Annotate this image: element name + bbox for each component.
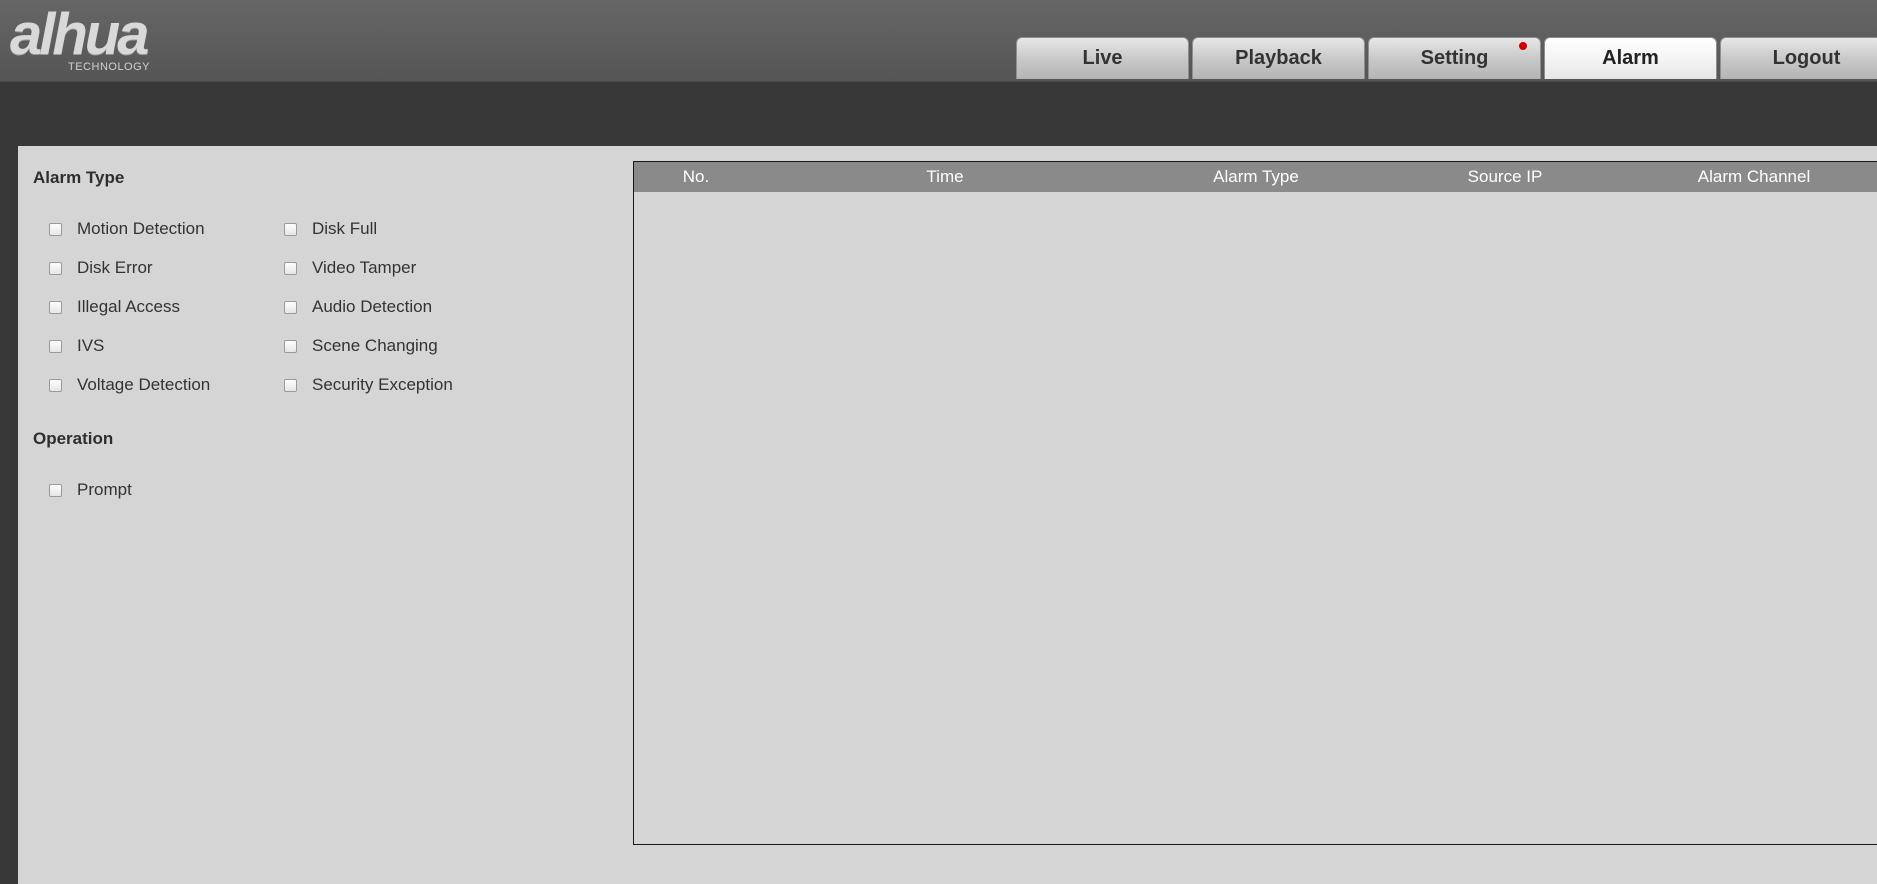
table-header: No. Time Alarm Type Source IP Alarm Chan… xyxy=(634,162,1877,192)
alarm-type-disk-error[interactable]: Disk Error xyxy=(49,258,153,278)
checkbox-label: Disk Error xyxy=(77,258,153,277)
alarm-type-motion-detection[interactable]: Motion Detection xyxy=(49,219,205,239)
alarm-type-disk-full[interactable]: Disk Full xyxy=(284,219,377,239)
tab-setting-label: Setting xyxy=(1420,47,1489,69)
alarm-table: No. Time Alarm Type Source IP Alarm Chan… xyxy=(633,161,1877,845)
alarm-type-audio-detection[interactable]: Audio Detection xyxy=(284,297,432,317)
alarm-type-title: Alarm Type xyxy=(33,168,125,187)
checkbox-icon[interactable] xyxy=(49,222,62,236)
tab-playback[interactable]: Playback xyxy=(1192,37,1365,79)
checkbox-label: Audio Detection xyxy=(312,297,433,316)
tab-logout-label: Logout xyxy=(1772,47,1841,69)
checkbox-label: Illegal Access xyxy=(77,297,180,316)
tab-playback-label: Playback xyxy=(1235,47,1322,69)
tab-setting[interactable]: Setting xyxy=(1368,37,1541,79)
alarm-type-video-tamper[interactable]: Video Tamper xyxy=(284,258,416,278)
tab-live[interactable]: Live xyxy=(1016,37,1189,79)
notification-dot-icon xyxy=(1519,42,1527,50)
checkbox-label: Scene Changing xyxy=(312,336,438,355)
alarm-type-security-exception[interactable]: Security Exception xyxy=(284,375,453,395)
alarm-type-scene-changing[interactable]: Scene Changing xyxy=(284,336,438,356)
checkbox-icon[interactable] xyxy=(49,300,62,314)
checkbox-label: Prompt xyxy=(77,480,132,499)
tab-alarm-label: Alarm xyxy=(1602,47,1659,69)
dahua-logo: alhua TECHNOLOGY xyxy=(10,6,230,76)
checkbox-label: Video Tamper xyxy=(312,258,417,277)
checkbox-icon[interactable] xyxy=(49,261,62,275)
checkbox-icon[interactable] xyxy=(49,378,62,392)
column-header-source-ip: Source IP xyxy=(1467,167,1543,186)
checkbox-icon[interactable] xyxy=(49,483,62,497)
alarm-panel: Alarm Type Motion Detection Disk Full Di… xyxy=(18,146,1877,884)
alarm-type-ivs[interactable]: IVS xyxy=(49,336,104,356)
alarm-type-illegal-access[interactable]: Illegal Access xyxy=(49,297,180,317)
tab-live-label: Live xyxy=(1082,47,1123,69)
checkbox-label: Disk Full xyxy=(312,219,378,238)
checkbox-icon[interactable] xyxy=(284,378,297,392)
checkbox-label: Voltage Detection xyxy=(77,375,211,394)
checkbox-label: Motion Detection xyxy=(77,219,205,238)
tab-logout[interactable]: Logout xyxy=(1720,37,1877,79)
checkbox-icon[interactable] xyxy=(284,339,297,353)
column-header-time: Time xyxy=(926,167,964,186)
logo-subtext: TECHNOLOGY xyxy=(68,61,151,73)
alarm-type-voltage-detection[interactable]: Voltage Detection xyxy=(49,375,210,395)
checkbox-label: IVS xyxy=(77,336,105,355)
tab-alarm[interactable]: Alarm xyxy=(1544,37,1717,79)
top-bar: alhua TECHNOLOGY Live Playback Setting A… xyxy=(0,0,1877,82)
checkbox-icon[interactable] xyxy=(49,339,62,353)
column-header-alarm-type: Alarm Type xyxy=(1213,167,1299,186)
checkbox-label: Security Exception xyxy=(312,375,453,394)
column-header-no: No. xyxy=(682,167,710,186)
logo-wordmark: alhua xyxy=(10,2,149,67)
operation-title: Operation xyxy=(33,429,114,448)
operation-prompt[interactable]: Prompt xyxy=(49,480,132,500)
checkbox-icon[interactable] xyxy=(284,300,297,314)
checkbox-icon[interactable] xyxy=(284,261,297,275)
main-nav-tabs: Live Playback Setting Alarm Logout xyxy=(1016,37,1877,81)
column-header-alarm-channel: Alarm Channel xyxy=(1697,167,1811,186)
checkbox-icon[interactable] xyxy=(284,222,297,236)
